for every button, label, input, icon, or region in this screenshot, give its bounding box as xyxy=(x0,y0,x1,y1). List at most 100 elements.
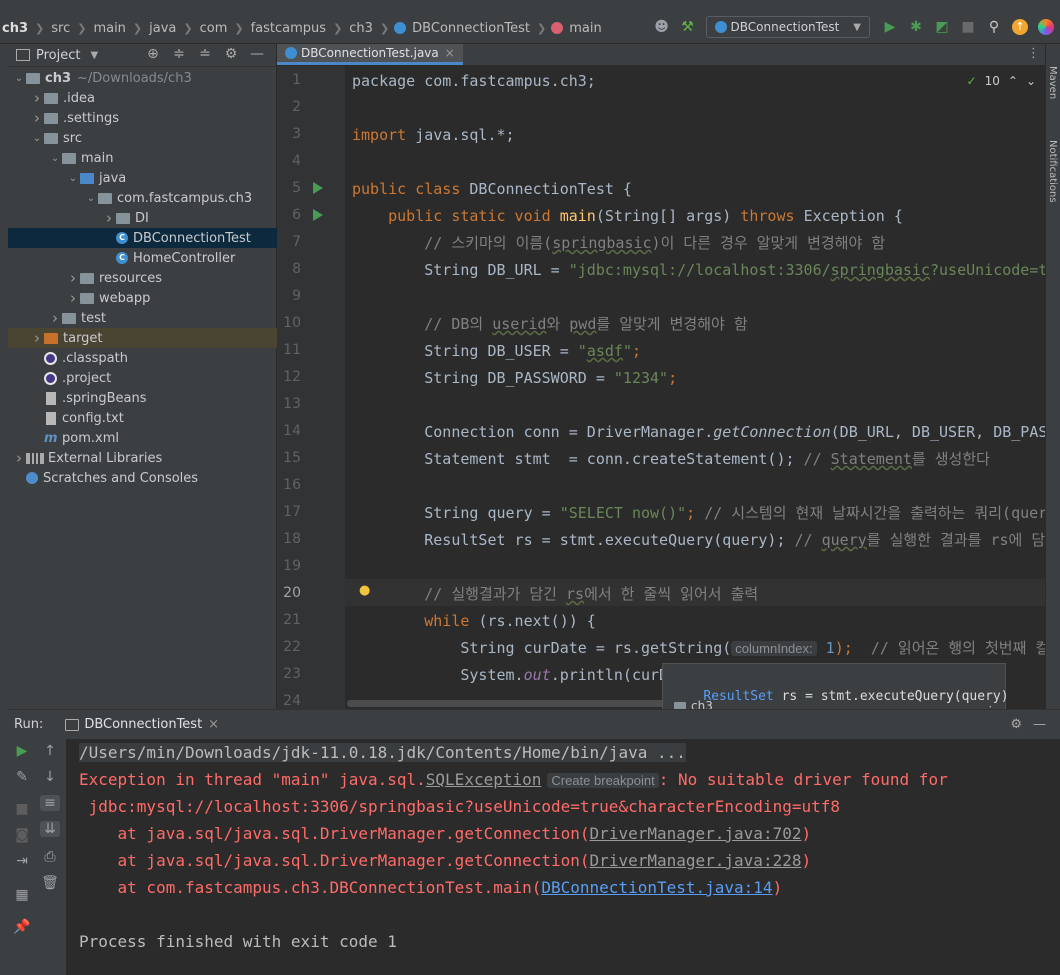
trace-link[interactable]: DriverManager.java:702 xyxy=(590,824,802,843)
line-number[interactable]: 7 xyxy=(277,234,301,250)
trace-link[interactable]: DBConnectionTest.java:14 xyxy=(541,878,772,897)
gear-icon[interactable]: ⚙ xyxy=(218,46,244,62)
tree-item[interactable]: › webapp xyxy=(8,288,277,308)
breadcrumb-item[interactable]: DBConnectionTest xyxy=(410,21,532,36)
exit-icon[interactable]: ⇥ xyxy=(12,853,32,869)
layout-icon[interactable]: ▦ xyxy=(12,887,32,903)
run-tab[interactable]: DBConnectionTest × xyxy=(65,717,219,732)
breadcrumb-item[interactable]: java xyxy=(147,21,178,36)
code-line[interactable]: String DB_URL = "jdbc:mysql://localhost:… xyxy=(352,257,1046,284)
code-editor[interactable]: 1 2 3 4 5 6 7 8 9 10 11 12 13 14 15 16 17 18 19 20 21 22 23 24 … xyxy=(277,66,1046,709)
close-icon[interactable]: × xyxy=(445,46,455,60)
tree-item[interactable]: › DI xyxy=(8,208,277,228)
more-options-icon[interactable]: ⋮ xyxy=(1027,46,1040,61)
chevron-right-icon[interactable]: › xyxy=(66,269,80,287)
breadcrumb-item[interactable]: main xyxy=(91,21,127,36)
search-icon[interactable]: ⚲ xyxy=(982,16,1006,38)
line-number[interactable]: 3 xyxy=(277,126,301,142)
line-number[interactable]: 20 xyxy=(277,585,301,601)
collapse-all-icon[interactable]: ≐ xyxy=(192,46,218,62)
line-number[interactable]: 5 xyxy=(277,180,301,196)
rerun-icon[interactable]: ▶ xyxy=(12,743,32,759)
gear-icon[interactable]: ⚙ xyxy=(1010,717,1022,732)
chevron-down-icon[interactable]: ⌄ xyxy=(1026,74,1036,88)
tab-dbconnectiontest[interactable]: DBConnectionTest.java × xyxy=(277,44,463,65)
jetbrains-logo-icon[interactable] xyxy=(1034,16,1058,38)
code-line[interactable]: public static void main(String[] args) t… xyxy=(352,203,903,230)
tree-item[interactable]: › External Libraries xyxy=(8,448,277,468)
code-line[interactable]: String curDate = rs.getString(columnInde… xyxy=(352,635,1046,662)
tree-item[interactable]: › target xyxy=(8,328,277,348)
chevron-down-icon[interactable]: ⌄ xyxy=(48,153,62,164)
line-number[interactable]: 13 xyxy=(277,396,301,412)
coverage-icon[interactable]: ◩ xyxy=(930,16,954,38)
tree-item[interactable]: › test xyxy=(8,308,277,328)
camera-icon[interactable]: ◙ xyxy=(12,827,32,843)
hide-icon[interactable]: — xyxy=(1033,717,1046,732)
popup-type[interactable]: ResultSet xyxy=(703,689,773,704)
code-line[interactable]: import java.sql.*; xyxy=(352,122,515,149)
tree-item[interactable]: ⌄ ch3 ~/Downloads/ch3 xyxy=(8,68,277,88)
console-command-text[interactable]: /Users/min/Downloads/jdk-11.0.18.jdk/Con… xyxy=(79,743,686,762)
tree-item[interactable]: › .settings xyxy=(8,108,277,128)
line-number[interactable]: 17 xyxy=(277,504,301,520)
line-number[interactable]: 1 xyxy=(277,72,301,88)
locate-icon[interactable]: ⊕ xyxy=(140,46,166,62)
code-line[interactable]: String DB_USER = "asdf"; xyxy=(352,338,641,365)
breadcrumb-item[interactable]: ch3 xyxy=(347,21,375,36)
notifications-tool-button[interactable]: Notifications xyxy=(1047,140,1058,203)
tree-item[interactable]: › .idea xyxy=(8,88,277,108)
exception-class-link[interactable]: SQLException xyxy=(426,770,542,789)
breadcrumb-item[interactable]: com xyxy=(198,21,230,36)
line-number[interactable]: 4 xyxy=(277,153,301,169)
line-number[interactable]: 24 xyxy=(277,693,301,709)
soft-wrap-icon[interactable]: ≡ xyxy=(40,795,60,811)
code-line[interactable]: // 실행결과가 담긴 rs에서 한 줄씩 읽어서 출력 xyxy=(352,581,758,608)
debug-icon[interactable]: ✱ xyxy=(904,16,928,38)
code-line[interactable]: String query = "SELECT now()"; // 시스템의 현… xyxy=(352,500,1046,527)
chevron-right-icon[interactable]: › xyxy=(30,329,44,347)
arrow-up-icon[interactable]: ↑ xyxy=(40,743,60,759)
code-line[interactable]: public class DBConnectionTest { xyxy=(352,176,632,203)
chevron-right-icon[interactable]: › xyxy=(102,209,116,227)
tree-item[interactable]: config.txt xyxy=(8,408,277,428)
arrow-down-icon[interactable]: ↓ xyxy=(40,769,60,785)
tree-item[interactable]: m pom.xml xyxy=(8,428,277,448)
run-gutter-icon[interactable] xyxy=(313,209,323,221)
tree-item[interactable]: .springBeans xyxy=(8,388,277,408)
line-number[interactable]: 23 xyxy=(277,666,301,682)
console-output[interactable]: /Users/min/Downloads/jdk-11.0.18.jdk/Con… xyxy=(66,739,1060,975)
run-configuration-select[interactable]: DBConnectionTest ▼ xyxy=(705,16,870,38)
line-number[interactable]: 16 xyxy=(277,477,301,493)
tree-item[interactable]: C DBConnectionTest xyxy=(8,228,277,248)
tree-item[interactable]: C HomeController xyxy=(8,248,277,268)
line-number[interactable]: 12 xyxy=(277,369,301,385)
line-number[interactable]: 10 xyxy=(277,315,301,331)
create-breakpoint-hint[interactable]: Create breakpoint xyxy=(547,773,659,788)
code-line[interactable]: // 스키마의 이름(springbasic)이 다른 경우 알맞게 변경해야 … xyxy=(352,230,885,257)
expand-all-icon[interactable]: ≑ xyxy=(166,46,192,62)
stop-icon[interactable]: ■ xyxy=(12,801,32,817)
trash-icon[interactable]: 🗑 xyxy=(40,875,60,891)
vcs-user-icon[interactable]: ☻ xyxy=(650,16,674,38)
chevron-down-icon[interactable]: ▼ xyxy=(90,50,98,61)
chevron-right-icon[interactable]: › xyxy=(30,89,44,107)
lightbulb-icon[interactable]: ● xyxy=(359,583,370,598)
line-number[interactable]: 9 xyxy=(277,288,301,304)
tree-item[interactable]: › resources xyxy=(8,268,277,288)
line-number[interactable]: 2 xyxy=(277,99,301,115)
stop-icon[interactable]: ■ xyxy=(956,16,980,38)
chevron-right-icon[interactable]: › xyxy=(48,309,62,327)
code-line[interactable]: while (rs.next()) { xyxy=(352,608,596,635)
chevron-right-icon[interactable]: › xyxy=(66,289,80,307)
pin-icon[interactable]: 📌 xyxy=(12,919,32,935)
tree-item[interactable]: ⌄ com.fastcampus.ch3 xyxy=(8,188,277,208)
chevron-right-icon[interactable]: › xyxy=(30,109,44,127)
line-number[interactable]: 18 xyxy=(277,531,301,547)
line-number[interactable]: 22 xyxy=(277,639,301,655)
inspection-widget[interactable]: ✓ 10 ⌃ ⌄ xyxy=(967,74,1036,88)
code-line[interactable]: ResultSet rs = stmt.executeQuery(query);… xyxy=(352,527,1046,554)
wrench-icon[interactable]: ✎ xyxy=(12,769,32,785)
close-icon[interactable]: × xyxy=(208,717,219,732)
line-number[interactable]: 15 xyxy=(277,450,301,466)
